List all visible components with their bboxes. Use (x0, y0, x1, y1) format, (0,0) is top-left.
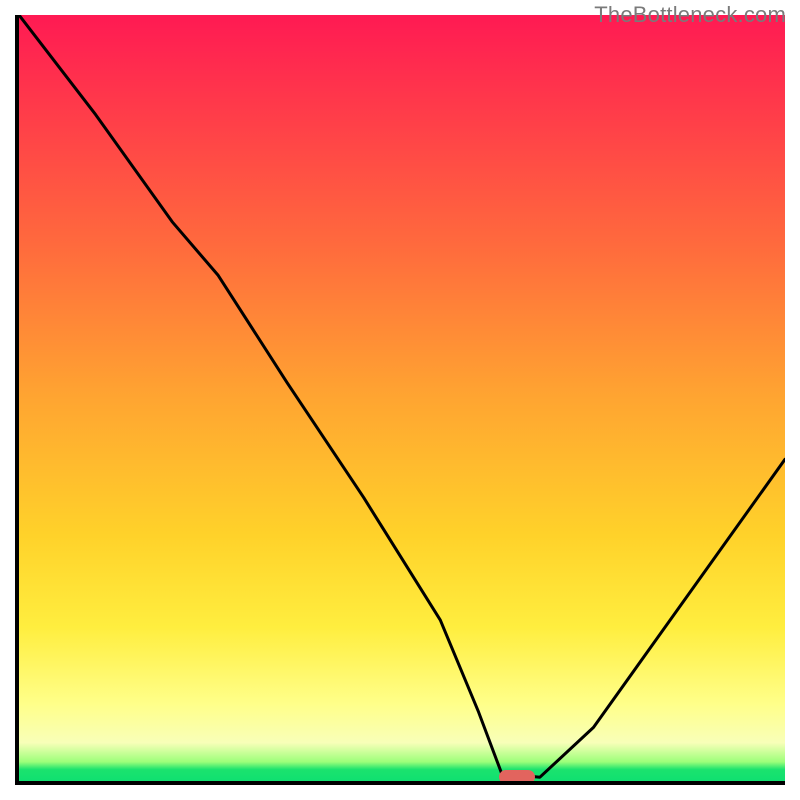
bottleneck-chart: TheBottleneck.com (0, 0, 800, 800)
plot-area (15, 15, 785, 785)
null-point-marker (499, 770, 535, 784)
bottleneck-curve (19, 15, 785, 781)
watermark-text: TheBottleneck.com (594, 2, 786, 28)
